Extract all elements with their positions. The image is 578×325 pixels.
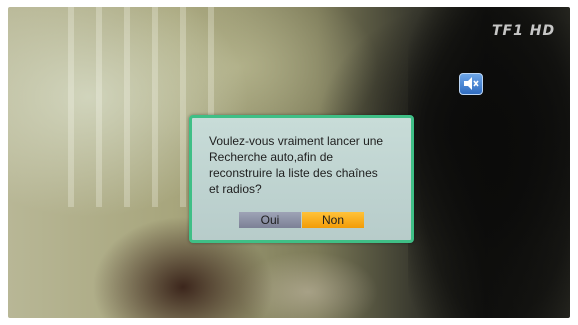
message-line: et radios? [209,182,262,196]
confirm-dialog: Voulez-vous vraiment lancer une Recherch… [189,115,414,243]
message-line: Recherche auto,afin de [209,150,334,164]
channel-logo: TF1 HD [492,23,556,39]
oui-button[interactable]: Oui [239,212,301,228]
non-button[interactable]: Non [302,212,364,228]
background-figure [408,7,570,318]
dialog-message: Voulez-vous vraiment lancer une Recherch… [209,133,407,197]
message-line: reconstruire la liste des chaînes [209,166,378,180]
tv-screen: TF1 HD Voulez-vous vraiment lancer une R… [8,7,570,318]
message-line: Voulez-vous vraiment lancer une [209,134,384,148]
mute-icon [459,73,483,95]
